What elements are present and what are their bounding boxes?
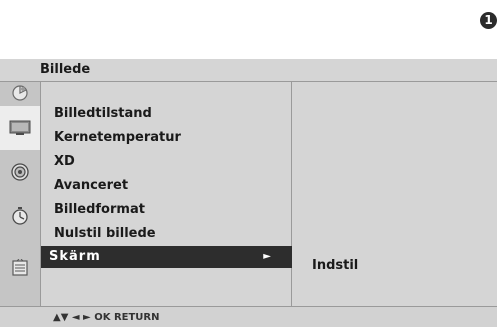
menu-item-skarm-label: Skärm: [49, 249, 101, 264]
option-icon[interactable]: [0, 238, 40, 298]
navigation-hint: ▲▼ ◄ ► OK RETURN: [53, 312, 160, 323]
osd-header: Billede: [0, 59, 497, 82]
osd-footer: ▲▼ ◄ ► OK RETURN: [0, 306, 497, 327]
menu-item-xd[interactable]: XD: [54, 154, 75, 169]
screen-icon[interactable]: [0, 106, 40, 150]
picture-icon[interactable]: [0, 82, 40, 106]
audio-icon[interactable]: [0, 150, 40, 194]
menu-item-skarm-selected[interactable]: Skärm ►: [41, 246, 292, 268]
step-number-badge: 1: [480, 12, 497, 29]
osd-menu-panel: Billede Billedtilstand Kernetemperatur X…: [0, 59, 497, 327]
osd-title: Billede: [40, 62, 91, 77]
menu-item-billedformat[interactable]: Billedformat: [54, 202, 145, 217]
menu-item-billedtilstand[interactable]: Billedtilstand: [54, 106, 152, 121]
osd-icon-sidebar: [0, 82, 41, 306]
menu-item-kernetemperatur[interactable]: Kernetemperatur: [54, 130, 181, 145]
menu-item-avanceret[interactable]: Avanceret: [54, 178, 128, 193]
submenu-option-indstil[interactable]: Indstil: [312, 258, 358, 273]
timer-icon[interactable]: [0, 194, 40, 238]
submenu-arrow-icon: ►: [263, 251, 272, 262]
menu-item-nulstil-billede[interactable]: Nulstil billede: [54, 226, 156, 241]
osd-menu-list: Billedtilstand Kernetemperatur XD Avance…: [41, 82, 292, 306]
